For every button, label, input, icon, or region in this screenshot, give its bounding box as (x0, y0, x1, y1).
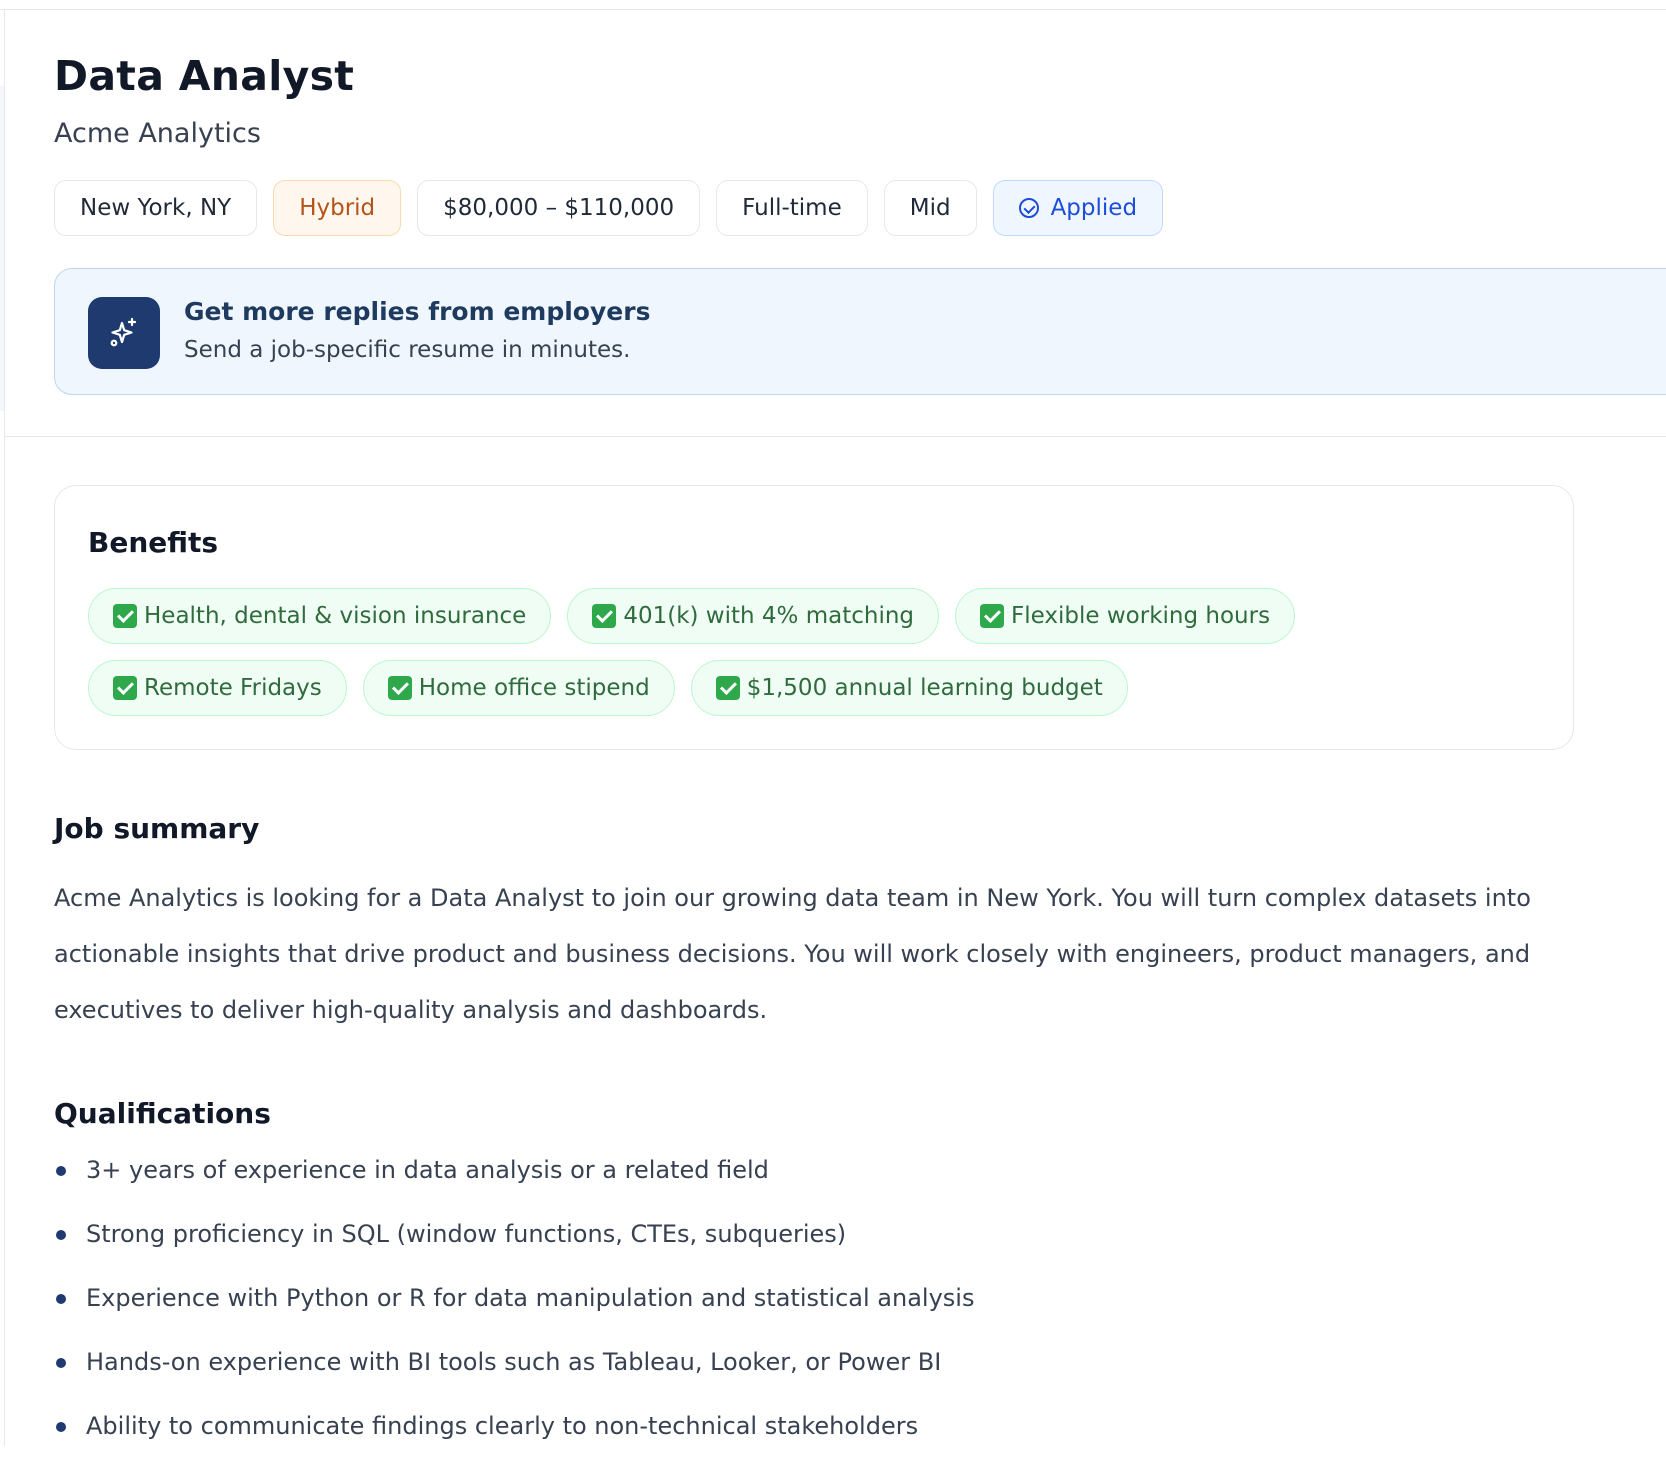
work-mode-tag: Hybrid (273, 180, 402, 236)
qualifications-list: 3+ years of experience in data analysis … (54, 1152, 974, 1458)
list-item: Ability to communicate findings clearly … (54, 1394, 974, 1458)
header-divider (5, 436, 1666, 437)
promo-title: Get more replies from employers (184, 297, 651, 326)
list-item: Experience with Python or R for data man… (54, 1266, 974, 1330)
level-tag: Mid (883, 180, 977, 236)
benefit-label: 401(k) with 4% matching (623, 603, 915, 629)
qualifications-heading: Qualifications (54, 1097, 271, 1130)
list-item: Strong proficiency in SQL (window functi… (54, 1202, 974, 1266)
employment-type-tag: Full-time (716, 180, 868, 236)
benefits-row: Health, dental & vision insurance 401(k)… (88, 588, 1296, 644)
benefit-label: Remote Fridays (144, 675, 322, 701)
checkmark-icon (113, 604, 137, 628)
benefit-label: Health, dental & vision insurance (144, 603, 527, 629)
benefit-label: $1,500 annual learning budget (746, 675, 1103, 701)
benefit-chip: $1,500 annual learning budget (690, 660, 1128, 716)
benefit-chip: 401(k) with 4% matching (567, 588, 940, 644)
list-item: Hands-on experience with BI tools such a… (54, 1330, 974, 1394)
job-detail-panel: Data Analyst Acme Analytics New York, NY… (0, 0, 1666, 1446)
benefit-label: Home office stipend (418, 675, 650, 701)
applied-status-badge[interactable]: Applied (992, 180, 1164, 236)
job-title: Data Analyst (54, 52, 355, 100)
checkmark-icon (387, 676, 412, 700)
job-tags: New York, NY Hybrid $80,000 – $110,000 F… (54, 180, 1164, 236)
check-circle-icon (1018, 198, 1039, 218)
checkmark-icon (113, 676, 137, 700)
sparkles-icon (88, 297, 160, 369)
top-divider (0, 9, 1666, 10)
checkmark-icon (592, 604, 617, 628)
list-item: 3+ years of experience in data analysis … (54, 1138, 974, 1202)
job-summary-heading: Job summary (54, 812, 260, 845)
resume-promo-banner[interactable]: Get more replies from employers Send a j… (54, 268, 1666, 395)
salary-tag: $80,000 – $110,000 (417, 180, 701, 236)
benefit-chip: Flexible working hours (955, 588, 1296, 644)
benefit-chip: Remote Fridays (88, 660, 347, 716)
checkmark-icon (980, 604, 1005, 628)
company-name: Acme Analytics (54, 118, 261, 149)
benefits-heading: Benefits (88, 526, 219, 559)
benefits-card: Benefits Health, dental & vision insuran… (54, 485, 1574, 750)
promo-subtitle: Send a job-specific resume in minutes. (184, 337, 631, 363)
location-tag: New York, NY (54, 180, 258, 236)
checkmark-icon (715, 676, 740, 700)
benefit-chip: Health, dental & vision insurance (88, 588, 552, 644)
benefit-chip: Home office stipend (362, 660, 675, 716)
job-summary-text: Acme Analytics is looking for a Data Ana… (54, 884, 1531, 1024)
benefit-label: Flexible working hours (1011, 603, 1271, 629)
applied-status-label: Applied (1050, 195, 1138, 221)
left-divider (4, 10, 5, 1446)
benefits-row: Remote Fridays Home office stipend $1,50… (88, 660, 1128, 716)
